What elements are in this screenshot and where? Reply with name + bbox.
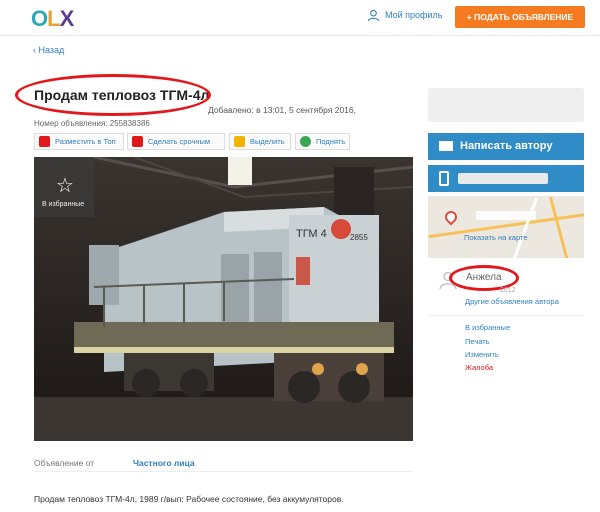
rocket-icon (39, 136, 50, 147)
seller-since: 2012 (500, 287, 516, 294)
complain-link[interactable]: Жалоба (465, 363, 493, 372)
promo-urgent-button[interactable]: Сделать срочным (127, 133, 225, 150)
show-on-map-link[interactable]: Показать на карте (464, 233, 528, 242)
seller-type-row: Объявление от Частного лица (34, 454, 413, 472)
header-divider (0, 35, 600, 36)
map-pin-icon (442, 208, 460, 226)
olx-logo[interactable]: OLX (31, 6, 74, 32)
ad-added-date: Добавлено: в 13:01, 5 сентября 2016, (208, 105, 356, 115)
page: OLX Мой профиль + ПОДАТЬ ОБЪЯВЛЕНИЕ ‹ На… (0, 0, 600, 512)
ad-photo[interactable]: ТГМ 4 2855 ☆ В избранные (34, 157, 413, 441)
svg-text:2855: 2855 (350, 233, 368, 242)
promo-top-button[interactable]: Разместить в Топ (34, 133, 124, 150)
phone-icon (439, 171, 449, 186)
other-ads-link[interactable]: Другие объявления автора (465, 297, 559, 306)
location-map[interactable]: Показать на карте (428, 196, 584, 258)
arrow-up-icon (300, 136, 311, 147)
highlighter-icon (234, 136, 245, 147)
post-ad-button[interactable]: + ПОДАТЬ ОБЪЯВЛЕНИЕ (455, 6, 585, 28)
my-profile-link[interactable]: Мой профиль (367, 9, 442, 22)
user-icon (367, 9, 380, 22)
write-author-button[interactable]: Написать автору (428, 133, 584, 160)
phone-number-blurred (458, 173, 548, 184)
ad-description: Продам тепловоз ТГМ-4л, 1989 г/вып: Рабо… (34, 494, 344, 504)
ad-number: Номер объявления: 255838386 (34, 119, 150, 128)
seller-type-value[interactable]: Частного лица (133, 458, 195, 468)
seller-type-label: Объявление от (34, 458, 95, 468)
add-to-favorites-link[interactable]: В избранные (465, 323, 510, 332)
svg-text:ТГМ 4: ТГМ 4 (296, 228, 327, 240)
back-link[interactable]: ‹ Назад (33, 45, 64, 55)
promo-highlight-button[interactable]: Выделить (229, 133, 291, 150)
print-link[interactable]: Печать (465, 337, 490, 346)
show-phone-button[interactable] (428, 165, 584, 192)
title-annotation-circle (15, 74, 211, 116)
price-blurred (428, 88, 584, 122)
promo-bump-button[interactable]: Поднять (295, 133, 350, 150)
star-icon: ☆ (56, 175, 74, 197)
header: OLX Мой профиль + ПОДАТЬ ОБЪЯВЛЕНИЕ (0, 0, 600, 36)
envelope-icon (439, 141, 453, 151)
edit-link[interactable]: Изменить (465, 350, 499, 359)
sidebar-divider (428, 315, 584, 316)
urgent-icon (132, 136, 143, 147)
photo-favorite-button[interactable]: ☆ В избранные (34, 157, 94, 217)
location-blurred (476, 211, 536, 220)
